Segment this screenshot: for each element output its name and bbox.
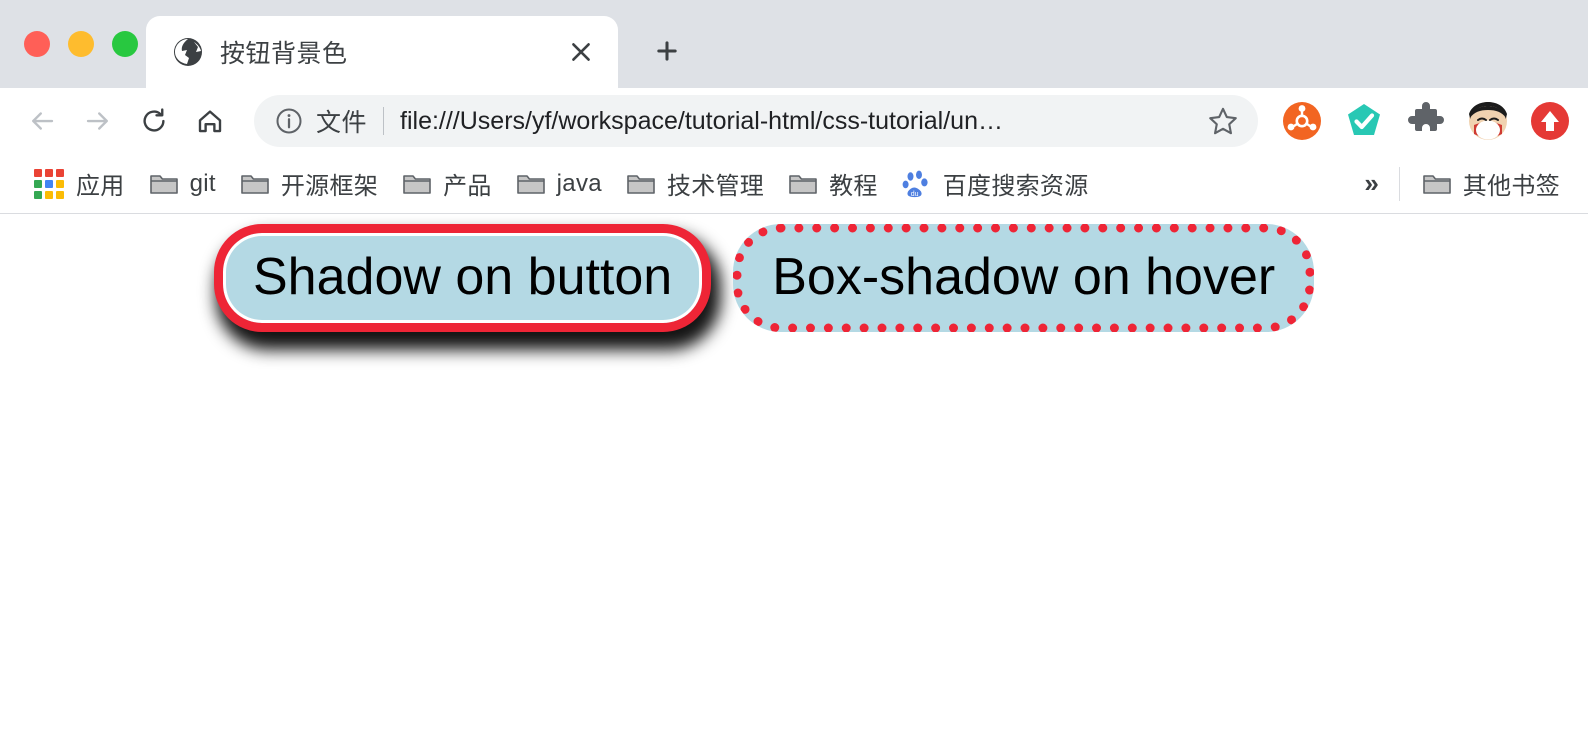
folder-icon [1422, 169, 1452, 199]
tab-close-button[interactable] [562, 33, 600, 71]
bookmark-other-bookmarks[interactable]: 其他书签 [1410, 162, 1572, 206]
window-close-button[interactable] [24, 31, 50, 57]
bookmark-tech-management[interactable]: 技术管理 [614, 162, 776, 206]
bookmarks-overflow-button[interactable]: » [1348, 168, 1394, 199]
bookmark-label: 应用 [76, 173, 125, 200]
reload-button[interactable] [126, 93, 182, 149]
folder-icon [240, 169, 270, 199]
extensions-area [1282, 101, 1570, 141]
user-avatar[interactable] [1468, 101, 1508, 141]
info-circle-icon[interactable] [274, 106, 304, 136]
bookmark-tutorials[interactable]: 教程 [776, 162, 890, 206]
bookmark-git[interactable]: git [137, 162, 228, 206]
bookmarks-divider [1398, 166, 1400, 201]
bookmark-baidu-search-resources[interactable]: du 百度搜索资源 [890, 162, 1101, 206]
page-viewport: Shadow on button Box-shadow on hover [0, 214, 1588, 742]
bookmark-products[interactable]: 产品 [390, 162, 504, 206]
bookmark-star-icon[interactable] [1206, 104, 1240, 138]
shadow-on-button[interactable]: Shadow on button [214, 224, 712, 332]
window-controls [0, 0, 138, 88]
home-button[interactable] [182, 93, 238, 149]
bookmark-label: git [189, 169, 216, 197]
puzzle-extensions-icon[interactable] [1406, 101, 1446, 141]
bookmark-label: 产品 [443, 173, 492, 200]
folder-icon [788, 169, 818, 199]
url-text[interactable]: file:///Users/yf/workspace/tutorial-html… [400, 107, 1196, 136]
bookmark-label: 其他书签 [1462, 173, 1560, 200]
bookmark-apps[interactable]: 应用 [22, 162, 137, 206]
browser-window: 按钮背景色 文件 file:///Users/yf/workspace/tuto… [0, 0, 1588, 742]
window-zoom-button[interactable] [112, 31, 138, 57]
address-bar[interactable]: 文件 file:///Users/yf/workspace/tutorial-h… [254, 95, 1258, 147]
hub-extension-icon[interactable] [1282, 101, 1322, 141]
folder-icon [516, 169, 546, 199]
box-shadow-on-hover-button[interactable]: Box-shadow on hover [733, 224, 1315, 332]
bookmark-label: 教程 [829, 173, 878, 200]
bookmark-label: 百度搜索资源 [942, 173, 1089, 200]
tab-title: 按钮背景色 [220, 40, 348, 68]
bookmark-open-source-frameworks[interactable]: 开源框架 [228, 162, 390, 206]
demo-button-row: Shadow on button Box-shadow on hover [0, 224, 1315, 332]
new-tab-button[interactable] [640, 24, 694, 78]
upload-arrow-extension-icon[interactable] [1530, 101, 1570, 141]
bookmark-label: 开源框架 [280, 173, 379, 200]
shield-check-extension-icon[interactable] [1344, 101, 1384, 141]
back-button[interactable] [14, 93, 70, 149]
bookmarks-bar: 应用 git 开源框架 产品 java 技术管理 教程 du 百度搜索资源 » … [0, 154, 1588, 214]
bookmark-java[interactable]: java [504, 162, 614, 206]
forward-button[interactable] [70, 93, 126, 149]
tab-active[interactable]: 按钮背景色 [146, 16, 618, 88]
folder-icon [626, 169, 656, 199]
url-scheme-label: 文件 [316, 109, 368, 137]
window-minimize-button[interactable] [68, 31, 94, 57]
omnibox-divider [383, 107, 385, 135]
svg-text:du: du [910, 191, 918, 198]
apps-grid-icon [34, 168, 64, 199]
bookmark-label: java [556, 169, 602, 197]
folder-icon [402, 169, 432, 199]
browser-toolbar: 文件 file:///Users/yf/workspace/tutorial-h… [0, 88, 1588, 154]
bookmark-label: 技术管理 [666, 173, 765, 200]
baidu-paw-icon: du [902, 169, 932, 199]
tab-strip: 按钮背景色 [0, 0, 1588, 88]
folder-icon [149, 169, 179, 199]
globe-icon [172, 36, 204, 68]
